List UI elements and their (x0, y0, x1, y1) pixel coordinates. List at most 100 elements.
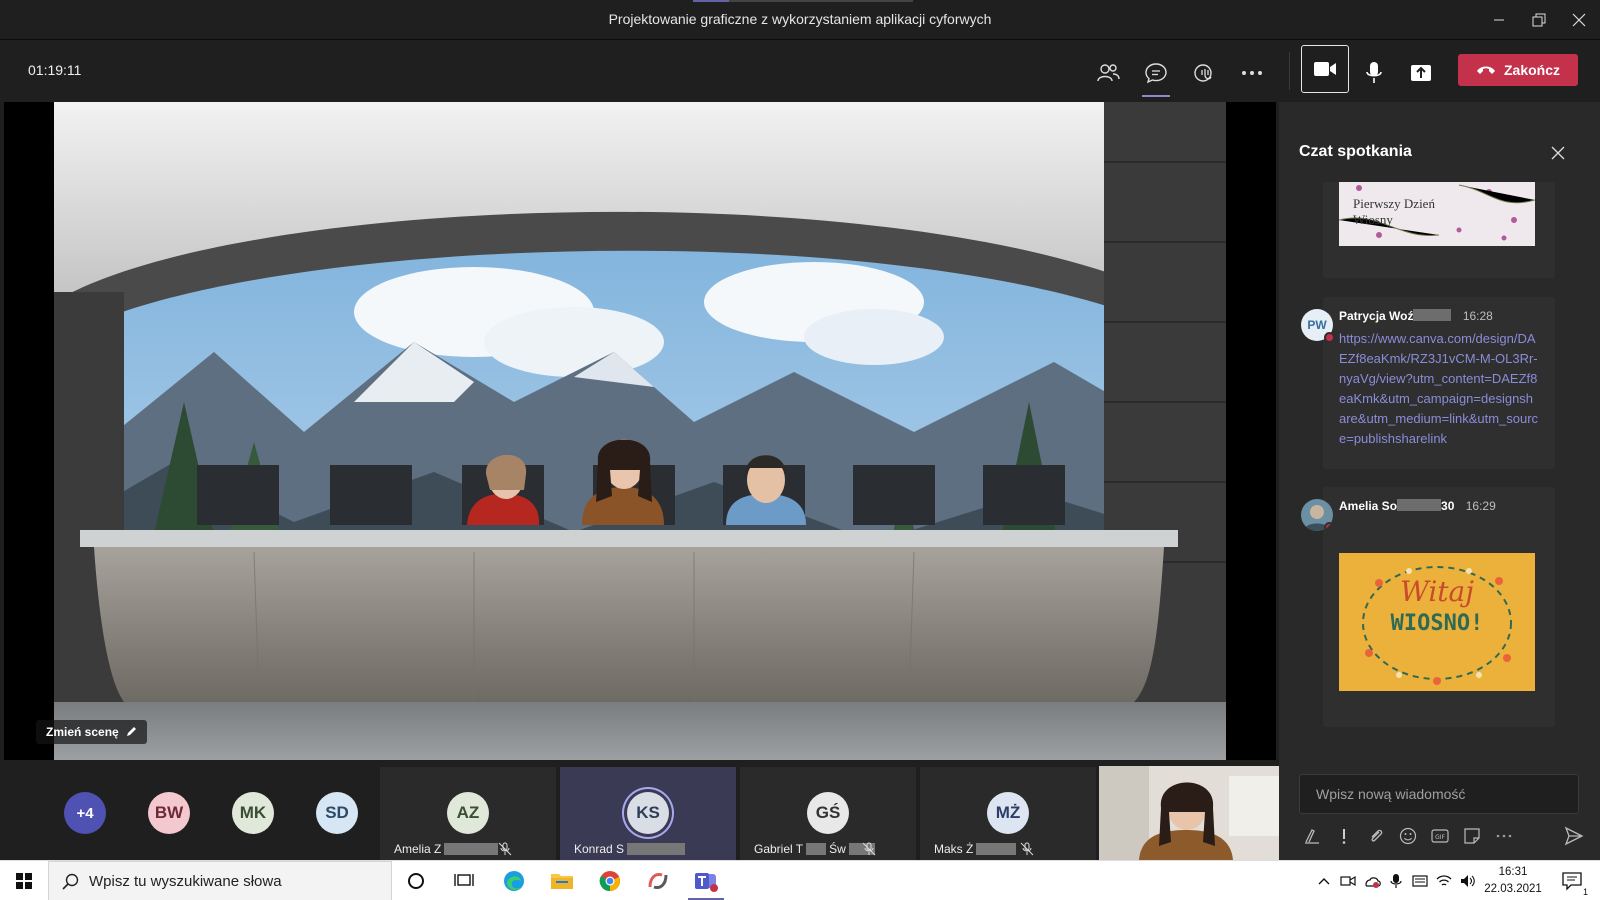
message-author: Patrycja Woź (1339, 309, 1414, 323)
participant-name: Amelia Z (394, 842, 499, 856)
participant-avatar[interactable]: MK (232, 792, 274, 834)
cortana-button[interactable] (392, 861, 440, 900)
send-button[interactable] (1564, 826, 1586, 848)
taskbar-search-box[interactable]: Wpisz tu wyszukiwane słowa (48, 861, 392, 900)
close-icon (1572, 13, 1586, 27)
avatar-photo[interactable] (1301, 499, 1333, 531)
action-center-button[interactable]: 1 (1560, 869, 1588, 897)
message-link[interactable]: https://www.canva.com/design/DAEZf8eaKmk… (1339, 329, 1539, 449)
format-button[interactable] (1303, 827, 1321, 845)
tray-network[interactable] (1434, 871, 1454, 891)
taskbar-app-chrome[interactable] (586, 861, 634, 900)
wiosno-text: WIOSNO! (1390, 611, 1484, 636)
together-mode-scene (54, 102, 1226, 760)
chat-toggle-button[interactable] (1140, 57, 1172, 97)
task-view-button[interactable] (440, 861, 488, 900)
microphone-button[interactable] (1358, 57, 1390, 89)
chat-message: Amelia So 30 16:29 Witaj WIOSNO! (1301, 487, 1555, 727)
witaj-text: Witaj (1400, 575, 1474, 608)
title-accent-line (693, 0, 913, 2)
reactions-button[interactable] (1188, 57, 1220, 89)
share-tray-icon (1411, 65, 1431, 81)
taskbar-app-edge[interactable] (490, 861, 538, 900)
avatar[interactable]: PW (1301, 309, 1335, 343)
tray-overflow-button[interactable] (1314, 871, 1334, 891)
start-button[interactable] (0, 861, 48, 900)
close-chat-button[interactable] (1543, 138, 1573, 168)
participant-name: Maks Ż (934, 842, 1017, 856)
redaction-bar (1413, 309, 1452, 321)
teams-meeting-window: Projektowanie graficzne z wykorzystaniem… (0, 0, 1600, 900)
participant-avatar: KS (627, 792, 669, 834)
chat-compose-input[interactable]: Wpisz nową wiadomość (1299, 774, 1579, 814)
participant-tile-active-speaker[interactable]: KS Konrad S (560, 767, 736, 860)
tray-volume[interactable] (1458, 871, 1478, 891)
snip-sketch-icon (648, 873, 668, 889)
more-icon (1496, 834, 1512, 838)
gif-icon: GIF (1431, 829, 1449, 843)
mic-off-icon (498, 842, 512, 856)
folder-icon (551, 874, 573, 889)
chat-image-spring[interactable]: Pierwszy Dzień Wiosny (1339, 182, 1535, 246)
minimize-button[interactable] (1484, 6, 1514, 34)
self-video-preview[interactable] (1099, 766, 1279, 860)
redaction-bar (806, 843, 827, 855)
mic-off-icon (862, 842, 876, 856)
emoji-button[interactable] (1399, 827, 1417, 845)
wifi-icon (1436, 875, 1452, 886)
change-scene-label: Zmień scenę (46, 725, 119, 739)
close-window-button[interactable] (1564, 6, 1594, 34)
chat-message-list[interactable]: Pierwszy Dzień Wiosny PW Patrycja Woź 16… (1279, 182, 1600, 752)
sticker-button[interactable] (1463, 827, 1481, 845)
camera-button[interactable] (1301, 45, 1349, 93)
gif-button[interactable]: GIF (1431, 827, 1449, 845)
search-icon (62, 873, 79, 890)
meeting-toolbar: 01:19:11 Zakończ (0, 40, 1600, 102)
attach-button[interactable] (1367, 827, 1385, 845)
end-call-button[interactable]: Zakończ (1458, 54, 1578, 86)
more-participants-button[interactable]: +4 (64, 792, 106, 834)
windows-taskbar: Wpisz tu wyszukiwane słowa 16:31 22.03.2… (0, 860, 1600, 900)
tray-touch-keyboard[interactable] (1410, 871, 1430, 891)
participants-button[interactable] (1092, 57, 1124, 89)
toolbar-separator (1289, 52, 1290, 90)
tray-onedrive[interactable] (1362, 871, 1382, 891)
participant-tile[interactable]: AZ Amelia Z (380, 767, 556, 860)
participant-name: Gabriel T Św (754, 842, 875, 856)
tray-microphone[interactable] (1386, 871, 1406, 891)
taskbar-app-file-explorer[interactable] (538, 861, 586, 900)
taskbar-clock[interactable]: 16:31 22.03.2021 (1478, 864, 1548, 898)
taskbar-app-snip-sketch[interactable] (634, 861, 682, 900)
tray-meet-now[interactable] (1338, 871, 1358, 891)
restore-button[interactable] (1524, 6, 1554, 34)
exclamation-icon (1342, 829, 1346, 844)
important-button[interactable] (1335, 827, 1353, 845)
participant-avatar[interactable]: BW (148, 792, 190, 834)
chat-icon (1145, 63, 1167, 84)
message-header: Amelia So 30 16:29 (1339, 499, 1496, 513)
svg-text:GIF: GIF (1435, 834, 1445, 841)
taskbar-app-teams[interactable] (682, 861, 730, 900)
together-mode-stage: Zmień scenę (4, 102, 1276, 760)
participant-tile[interactable]: GŚ Gabriel T Św (740, 767, 916, 860)
cloud-icon (1365, 877, 1381, 888)
more-icon (1242, 71, 1262, 75)
share-screen-button[interactable] (1405, 57, 1437, 89)
status-busy-icon (1324, 522, 1333, 531)
task-view-icon (454, 874, 474, 886)
hang-up-icon (1476, 66, 1495, 74)
chat-image-caption: Pierwszy Dzień Wiosny (1353, 196, 1435, 227)
sticker-icon (1464, 828, 1480, 844)
more-actions-button[interactable] (1236, 57, 1268, 89)
chat-image-witaj-wiosno[interactable]: Witaj WIOSNO! (1339, 553, 1535, 691)
video-camera-icon (1314, 62, 1336, 76)
participant-strip: +4 BW MK SD AZ Amelia Z KS Konrad S GŚ G… (0, 760, 1279, 860)
search-placeholder: Wpisz tu wyszukiwane słowa (89, 872, 282, 890)
teams-icon (695, 873, 718, 892)
change-scene-button[interactable]: Zmień scenę (36, 720, 147, 744)
format-pen-icon (1305, 829, 1319, 844)
participant-tile[interactable]: MŻ Maks Ż (920, 767, 1096, 860)
more-compose-options-button[interactable] (1495, 827, 1513, 845)
participant-avatar[interactable]: SD (316, 792, 358, 834)
message-time: 16:28 (1462, 309, 1493, 323)
